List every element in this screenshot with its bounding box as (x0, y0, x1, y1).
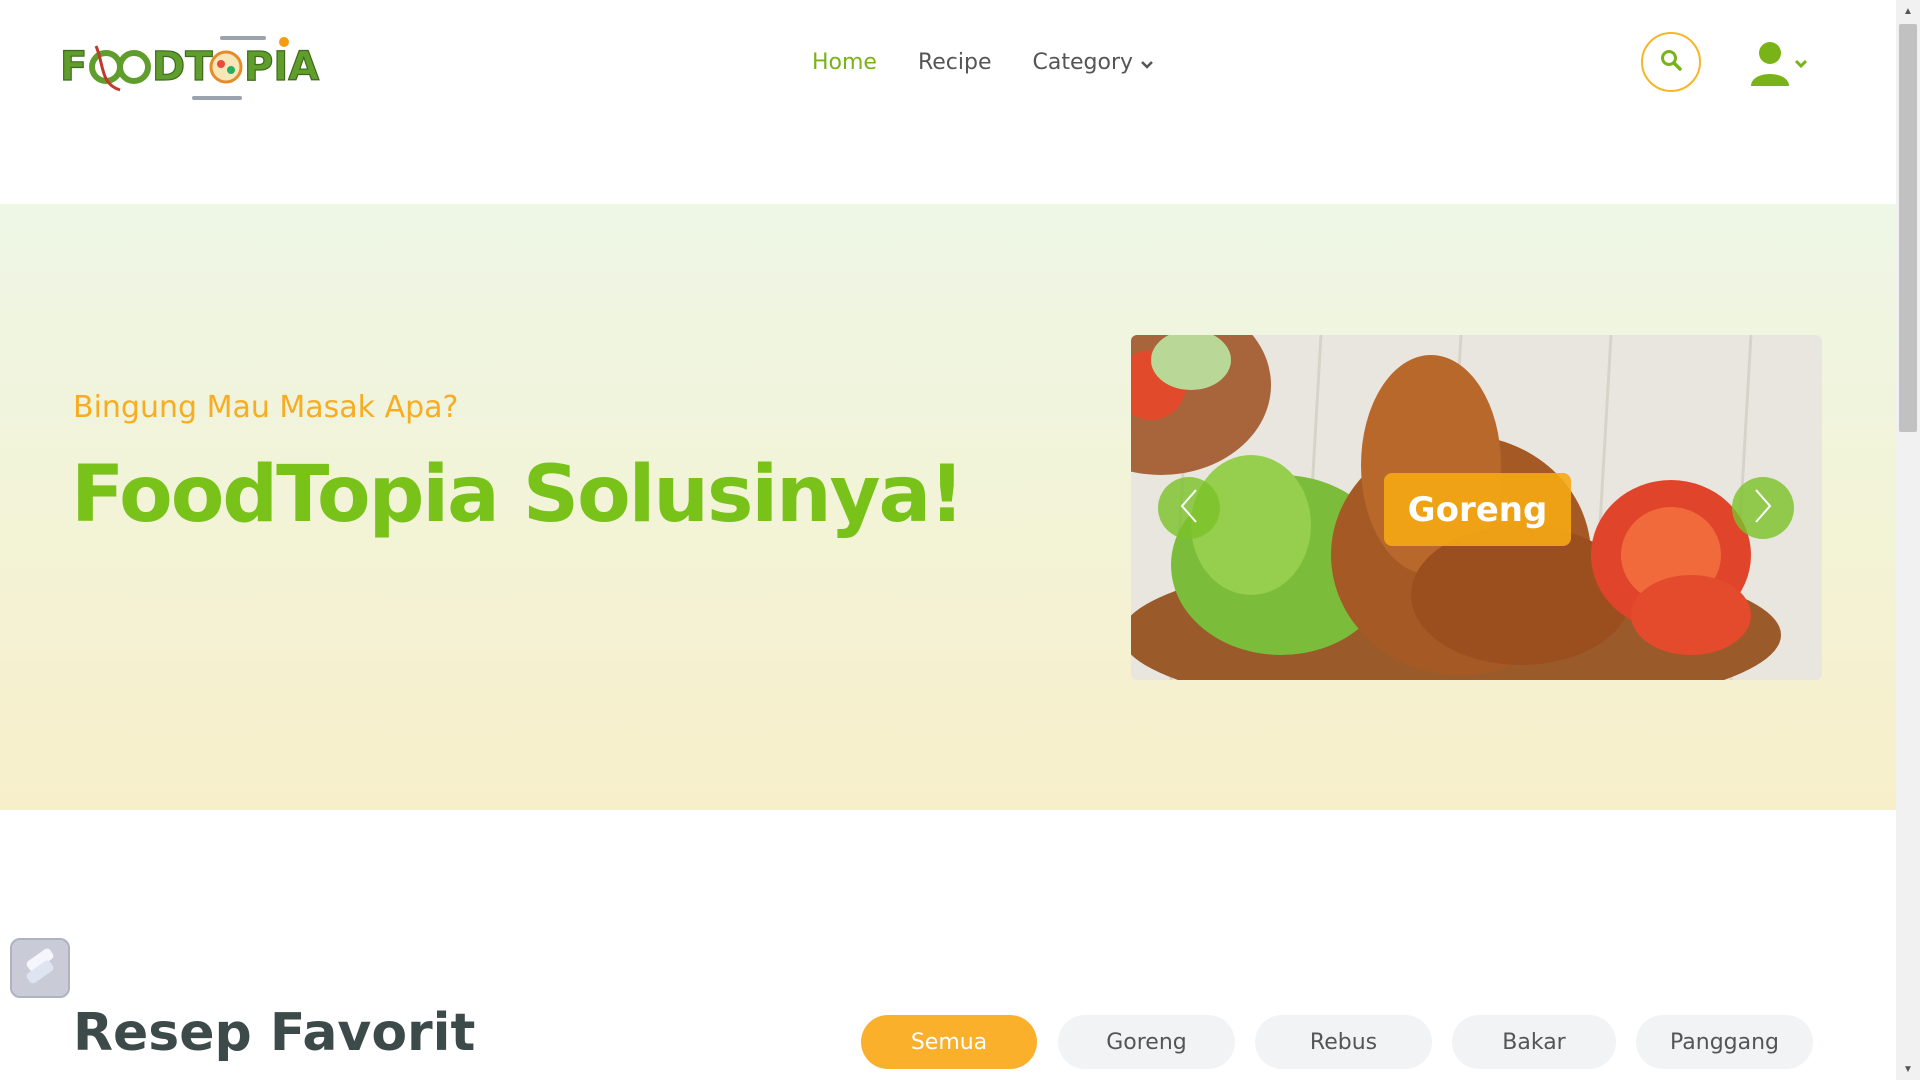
scroll-down-arrow-icon[interactable]: ▼ (1896, 1058, 1920, 1080)
chevron-left-icon (1179, 488, 1199, 529)
hero-section: Bingung Mau Masak Apa? FoodTopia Solusin… (0, 204, 1896, 810)
svg-text:F: F (60, 44, 88, 90)
search-button[interactable] (1641, 32, 1701, 92)
main-nav: Home Recipe Category (812, 50, 1153, 75)
filter-semua-button[interactable]: Semua (861, 1015, 1037, 1069)
filter-goreng-button[interactable]: Goreng (1058, 1015, 1235, 1069)
nav-recipe-link[interactable]: Recipe (918, 50, 992, 75)
nav-home-label: Home (812, 50, 877, 75)
user-menu-button[interactable] (1750, 40, 1820, 90)
svg-text:PIA: PIA (244, 44, 319, 90)
chevron-down-icon (1141, 50, 1153, 75)
carousel-prev-button[interactable] (1158, 477, 1220, 539)
filter-rebus-button[interactable]: Rebus (1255, 1015, 1432, 1069)
site-header: F DT PIA Home Recipe Category (0, 0, 1896, 204)
filter-bakar-button[interactable]: Bakar (1452, 1015, 1616, 1069)
nav-home-link[interactable]: Home (812, 50, 877, 75)
hero-subtitle: Bingung Mau Masak Apa? (73, 390, 459, 425)
carousel-next-button[interactable] (1732, 477, 1794, 539)
hero-carousel[interactable]: Goreng (1131, 335, 1822, 680)
hero-title: FoodTopia Solusinya! (71, 450, 965, 540)
foodtopia-logo[interactable]: F DT PIA (59, 34, 326, 102)
nav-category-label: Category (1032, 50, 1134, 75)
nav-recipe-label: Recipe (917, 50, 992, 75)
chevron-down-icon (1794, 56, 1808, 74)
user-icon (1750, 40, 1794, 91)
scroll-up-arrow-icon[interactable]: ▲ (1896, 0, 1920, 22)
page-scrollbar[interactable]: ▲ ▼ (1896, 0, 1920, 1080)
svg-text:DT: DT (152, 44, 213, 90)
favorites-heading: Resep Favorit (73, 1003, 476, 1063)
filter-panggang-button[interactable]: Panggang (1636, 1015, 1813, 1069)
search-icon (1660, 49, 1682, 76)
nav-category-dropdown[interactable]: Category (1033, 50, 1154, 75)
chevron-right-icon (1753, 488, 1773, 529)
app-widget-icon (22, 948, 58, 989)
floating-assistant-button[interactable] (10, 938, 70, 998)
scrollbar-thumb[interactable] (1899, 24, 1917, 432)
carousel-caption: Goreng (1384, 473, 1571, 546)
